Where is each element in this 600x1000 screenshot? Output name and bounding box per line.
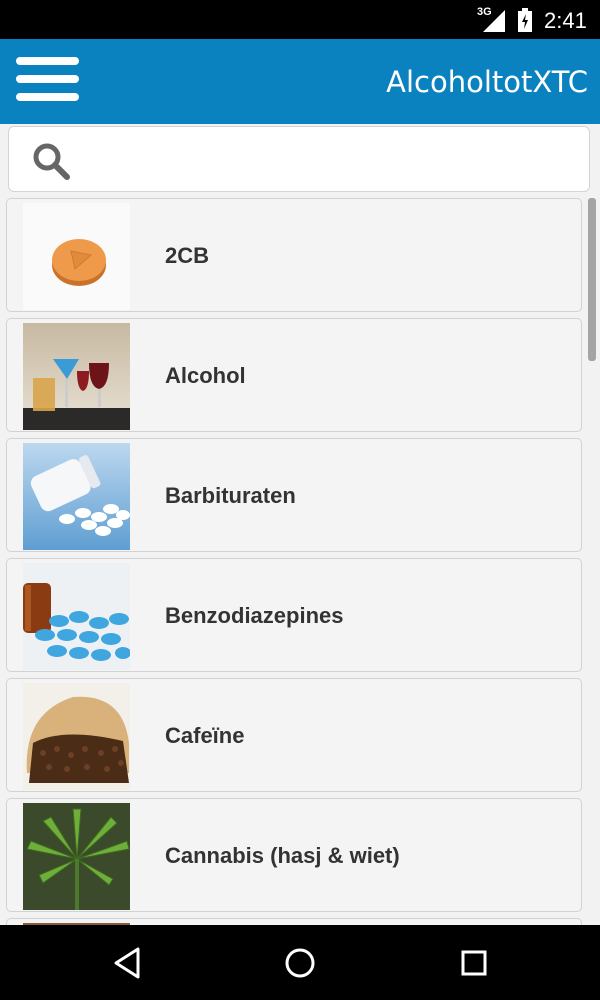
list-item-cafeine[interactable]: Cafeïne [6,678,582,792]
orange-pill-image [23,203,130,310]
pill-bottle-image [23,443,130,550]
app-title: AlcoholtotXTC [386,65,588,99]
list-item-label: Cafeïne [165,723,245,748]
hamburger-menu-icon[interactable] [14,57,82,107]
substance-list: 2CB Alcohol Barbituraten Benzodiazepines… [6,198,582,925]
list-item-label: Cannabis (hasj & wiet) [165,843,400,868]
scrollbar[interactable] [588,198,596,361]
search-box[interactable] [8,126,590,192]
list-item-2cb[interactable]: 2CB [6,198,582,312]
blue-pills-image [23,563,130,670]
list-item-label: 2CB [165,243,210,268]
status-bar: 3G 2:41 [0,0,600,39]
battery-icon [518,8,532,32]
nav-bar [0,925,600,1000]
list-item-benzodiazepines[interactable]: Benzodiazepines [6,558,582,672]
list-item-next[interactable] [6,918,582,925]
list-item-label: Alcohol [165,363,246,388]
list-item-label: Barbituraten [165,483,296,508]
list-item-cannabis[interactable]: Cannabis (hasj & wiet) [6,798,582,912]
coffee-beans-image [23,683,130,790]
cocktail-glasses-image [23,323,130,430]
search-icon [33,143,70,180]
list-item-label: Benzodiazepines [165,603,344,628]
clock: 2:41 [544,8,587,33]
cannabis-leaf-image [23,803,130,910]
signal-icon [483,10,505,32]
back-icon[interactable] [108,943,148,983]
recents-icon[interactable] [454,943,494,983]
list-item-barbituraten[interactable]: Barbituraten [6,438,582,552]
app-bar: AlcoholtotXTC [0,39,600,124]
search-input[interactable] [89,137,573,183]
list-item-alcohol[interactable]: Alcohol [6,318,582,432]
home-icon[interactable] [280,943,320,983]
